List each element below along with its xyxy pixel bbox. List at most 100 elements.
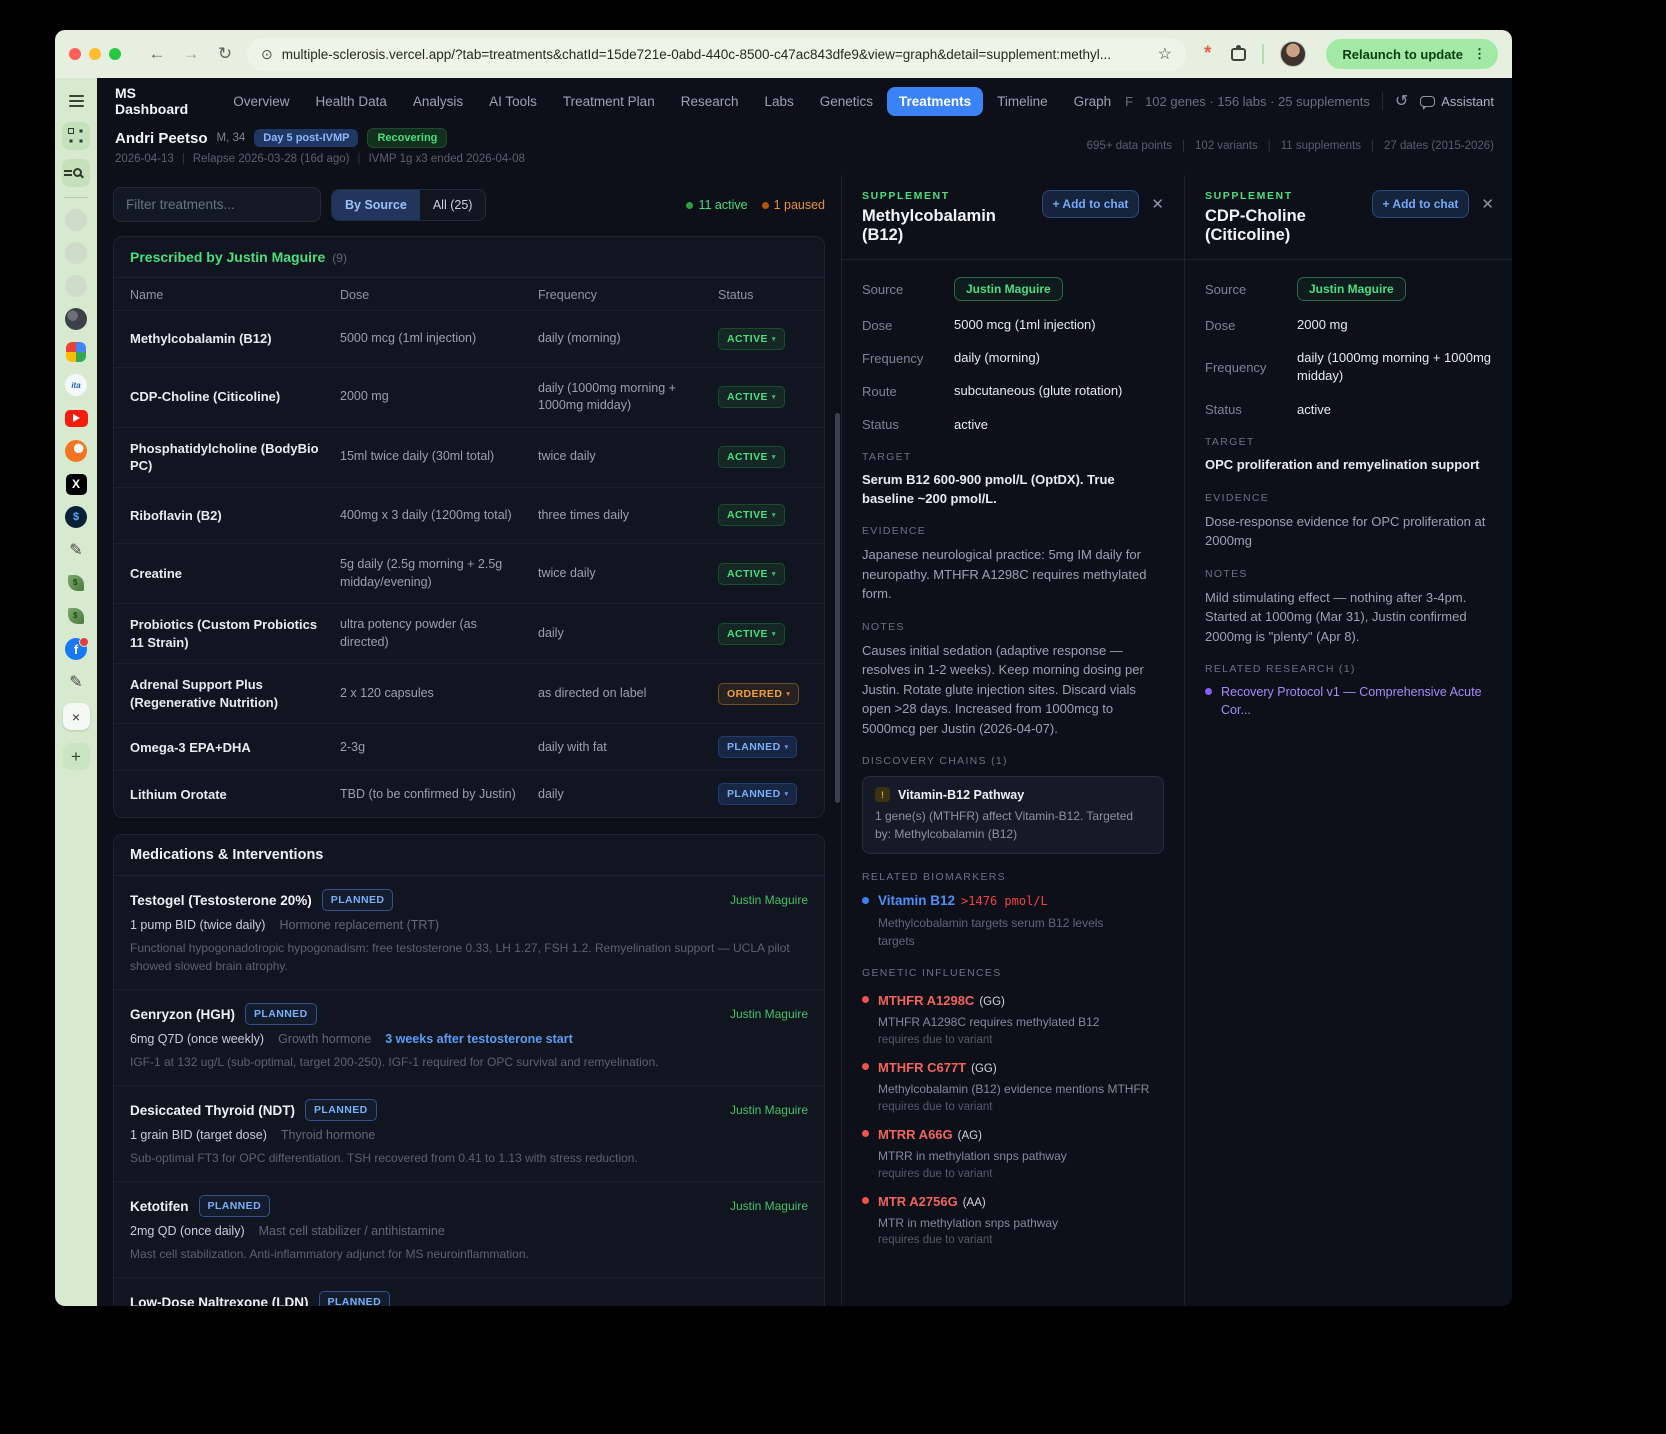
add-to-chat-button[interactable]: + Add to chat xyxy=(1371,190,1470,218)
apps-grid-icon[interactable] xyxy=(62,122,90,150)
extension-icon[interactable]: * xyxy=(1204,44,1211,63)
medication-row[interactable]: Ketotifen PLANNED Justin Maguire 2mg QD … xyxy=(114,1181,824,1277)
crunchyroll-icon[interactable] xyxy=(64,439,88,463)
gene-link[interactable]: MTR A2756G xyxy=(878,1194,958,1209)
search-tabs-icon[interactable] xyxy=(62,159,90,187)
tab-placeholder-icon[interactable] xyxy=(64,208,88,232)
ms-dashboard-app: MS Dashboard Overview Health Data Analys… xyxy=(97,78,1512,1306)
table-row[interactable]: Phosphatidylcholine (BodyBio PC) 15ml tw… xyxy=(114,426,824,487)
youtube-icon[interactable] xyxy=(64,406,88,430)
timing-link[interactable]: 3 weeks after testosterone start xyxy=(385,1032,573,1046)
biomarker-link[interactable]: Vitamin B12 xyxy=(878,893,955,908)
tab-genetics[interactable]: Genetics xyxy=(808,87,885,116)
money-plant-icon[interactable] xyxy=(64,571,88,595)
table-row[interactable]: Lithium Orotate TBD (to be confirmed by … xyxy=(114,770,824,817)
tab-placeholder-icon[interactable] xyxy=(64,274,88,298)
gene-influence: MTHFR C677T (GG) Methylcobalamin (B12) ev… xyxy=(862,1059,1164,1113)
gene-link[interactable]: MTHFR A1298C xyxy=(878,993,974,1008)
table-row[interactable]: Adrenal Support Plus (Regenerative Nutri… xyxy=(114,663,824,723)
planned-badge[interactable]: PLANNED xyxy=(321,889,394,912)
close-panel-icon[interactable]: ✕ xyxy=(1151,195,1164,213)
table-row[interactable]: Omega-3 EPA+DHA 2-3g daily with fat PLAN… xyxy=(114,723,824,770)
medication-row[interactable]: Genryzon (HGH) PLANNED Justin Maguire 6m… xyxy=(114,989,824,1085)
status-badge[interactable]: ACTIVE ▾ xyxy=(718,327,785,350)
close-tab-button[interactable]: × xyxy=(62,703,90,730)
pencil-icon[interactable]: ✎ xyxy=(64,538,88,562)
status-badge[interactable]: ACTIVE ▾ xyxy=(718,386,785,409)
gene-link[interactable]: MTHFR C677T xyxy=(878,1060,966,1075)
biomarker-value: >1476 pmol/L xyxy=(961,894,1048,909)
status-badge[interactable]: ORDERED ▾ xyxy=(718,682,800,705)
table-row[interactable]: Probiotics (Custom Probiotics 11 Strain)… xyxy=(114,603,824,663)
paused-count: 1 paused xyxy=(761,198,825,212)
tab-overview[interactable]: Overview xyxy=(221,87,301,116)
address-bar[interactable]: ⊙ multiple-sclerosis.vercel.app/?tab=tre… xyxy=(247,37,1186,71)
source-pill[interactable]: Justin Maguire xyxy=(1297,277,1406,301)
x-twitter-icon[interactable]: X xyxy=(64,472,88,496)
status-badge[interactable]: ACTIVE ▾ xyxy=(718,622,785,645)
status-badge[interactable]: ACTIVE ▾ xyxy=(718,446,785,469)
tab-research[interactable]: Research xyxy=(669,87,751,116)
tab-labs[interactable]: Labs xyxy=(752,87,805,116)
discovery-chain-card[interactable]: ! Vitamin-B12 Pathway 1 gene(s) (MTHFR) … xyxy=(862,776,1164,855)
tab-analysis[interactable]: Analysis xyxy=(401,87,475,116)
medication-row[interactable]: Testogel (Testosterone 20%) PLANNED Just… xyxy=(114,876,824,989)
site-info-icon[interactable]: ⊙ xyxy=(261,46,273,63)
filter-treatments-input[interactable] xyxy=(113,187,321,222)
maximize-window-button[interactable] xyxy=(109,48,121,60)
new-tab-button[interactable]: + xyxy=(62,743,90,770)
reload-icon[interactable]: ↻ xyxy=(213,44,237,64)
table-row[interactable]: CDP-Choline (Citicoline) 2000 mg daily (… xyxy=(114,366,824,427)
history-refresh-icon[interactable]: ↺ xyxy=(1395,91,1408,111)
table-row[interactable]: Creatine 5g daily (2.5g morning + 2.5g m… xyxy=(114,543,824,603)
close-window-button[interactable] xyxy=(69,48,81,60)
tab-placeholder-icon[interactable] xyxy=(64,241,88,265)
tab-ai-tools[interactable]: AI Tools xyxy=(477,87,549,116)
planned-badge[interactable]: PLANNED xyxy=(318,1291,391,1306)
extensions-puzzle-icon[interactable] xyxy=(1231,44,1247,61)
scrollbar-thumb[interactable] xyxy=(835,413,840,803)
close-panel-icon[interactable]: ✕ xyxy=(1481,195,1494,213)
bookmark-star-icon[interactable]: ☆ xyxy=(1158,44,1172,64)
gene-link[interactable]: MTRR A66G xyxy=(878,1127,953,1142)
status-badge[interactable]: PLANNED ▾ xyxy=(718,736,798,759)
tab-timeline[interactable]: Timeline xyxy=(985,87,1060,116)
planned-badge[interactable]: PLANNED xyxy=(198,1195,271,1218)
globe-icon[interactable] xyxy=(64,307,88,331)
ita-icon[interactable]: ita xyxy=(64,373,88,397)
add-to-chat-button[interactable]: + Add to chat xyxy=(1041,190,1140,218)
table-row[interactable]: Methylcobalamin (B12) 5000 mcg (1ml inje… xyxy=(114,310,824,367)
tab-graph[interactable]: Graph xyxy=(1062,87,1124,116)
ivmp-day-badge: Day 5 post-IVMP xyxy=(254,129,359,147)
forward-icon[interactable]: → xyxy=(179,44,203,64)
medication-row[interactable]: Low-Dose Naltrexone (LDN) PLANNED 1.5mg … xyxy=(114,1277,824,1306)
patient-header: Andri Peetso M, 34 Day 5 post-IVMP Recov… xyxy=(115,128,1494,165)
status-badge[interactable]: ACTIVE ▾ xyxy=(718,562,785,585)
money-plant-icon[interactable] xyxy=(64,604,88,628)
tab-treatment-plan[interactable]: Treatment Plan xyxy=(551,87,667,116)
status-badge[interactable]: ACTIVE ▾ xyxy=(718,504,785,527)
evidence-text: Dose-response evidence for OPC prolifera… xyxy=(1205,513,1486,549)
profile-avatar[interactable] xyxy=(1280,41,1307,67)
minimize-window-button[interactable] xyxy=(89,48,101,60)
finance-icon[interactable]: $ xyxy=(64,505,88,529)
medication-row[interactable]: Desiccated Thyroid (NDT) PLANNED Justin … xyxy=(114,1085,824,1181)
assistant-button[interactable]: Assistant xyxy=(1420,94,1494,110)
pencil-icon[interactable]: ✎ xyxy=(64,670,88,694)
tab-treatments[interactable]: Treatments xyxy=(887,86,984,116)
planned-badge[interactable]: PLANNED xyxy=(305,1099,377,1122)
research-link[interactable]: Recovery Protocol v1 — Comprehensive Acu… xyxy=(1221,684,1494,719)
all-button[interactable]: All (25) xyxy=(420,190,486,220)
table-row[interactable]: Riboflavin (B2) 400mg x 3 daily (1200mg … xyxy=(114,486,824,544)
kebab-menu-icon[interactable]: ⋮ xyxy=(1473,46,1486,62)
tab-health-data[interactable]: Health Data xyxy=(304,87,399,116)
facebook-icon[interactable]: f xyxy=(64,637,89,661)
sidebar-toggle-icon[interactable] xyxy=(64,89,88,113)
status-badge[interactable]: PLANNED ▾ xyxy=(718,783,798,806)
google-maps-icon[interactable] xyxy=(64,340,88,364)
planned-badge[interactable]: PLANNED xyxy=(245,1003,317,1026)
relaunch-button[interactable]: Relaunch to update ⋮ xyxy=(1326,39,1498,69)
back-icon[interactable]: ← xyxy=(145,44,169,64)
source-pill[interactable]: Justin Maguire xyxy=(954,277,1063,301)
by-source-button[interactable]: By Source xyxy=(332,189,420,220)
